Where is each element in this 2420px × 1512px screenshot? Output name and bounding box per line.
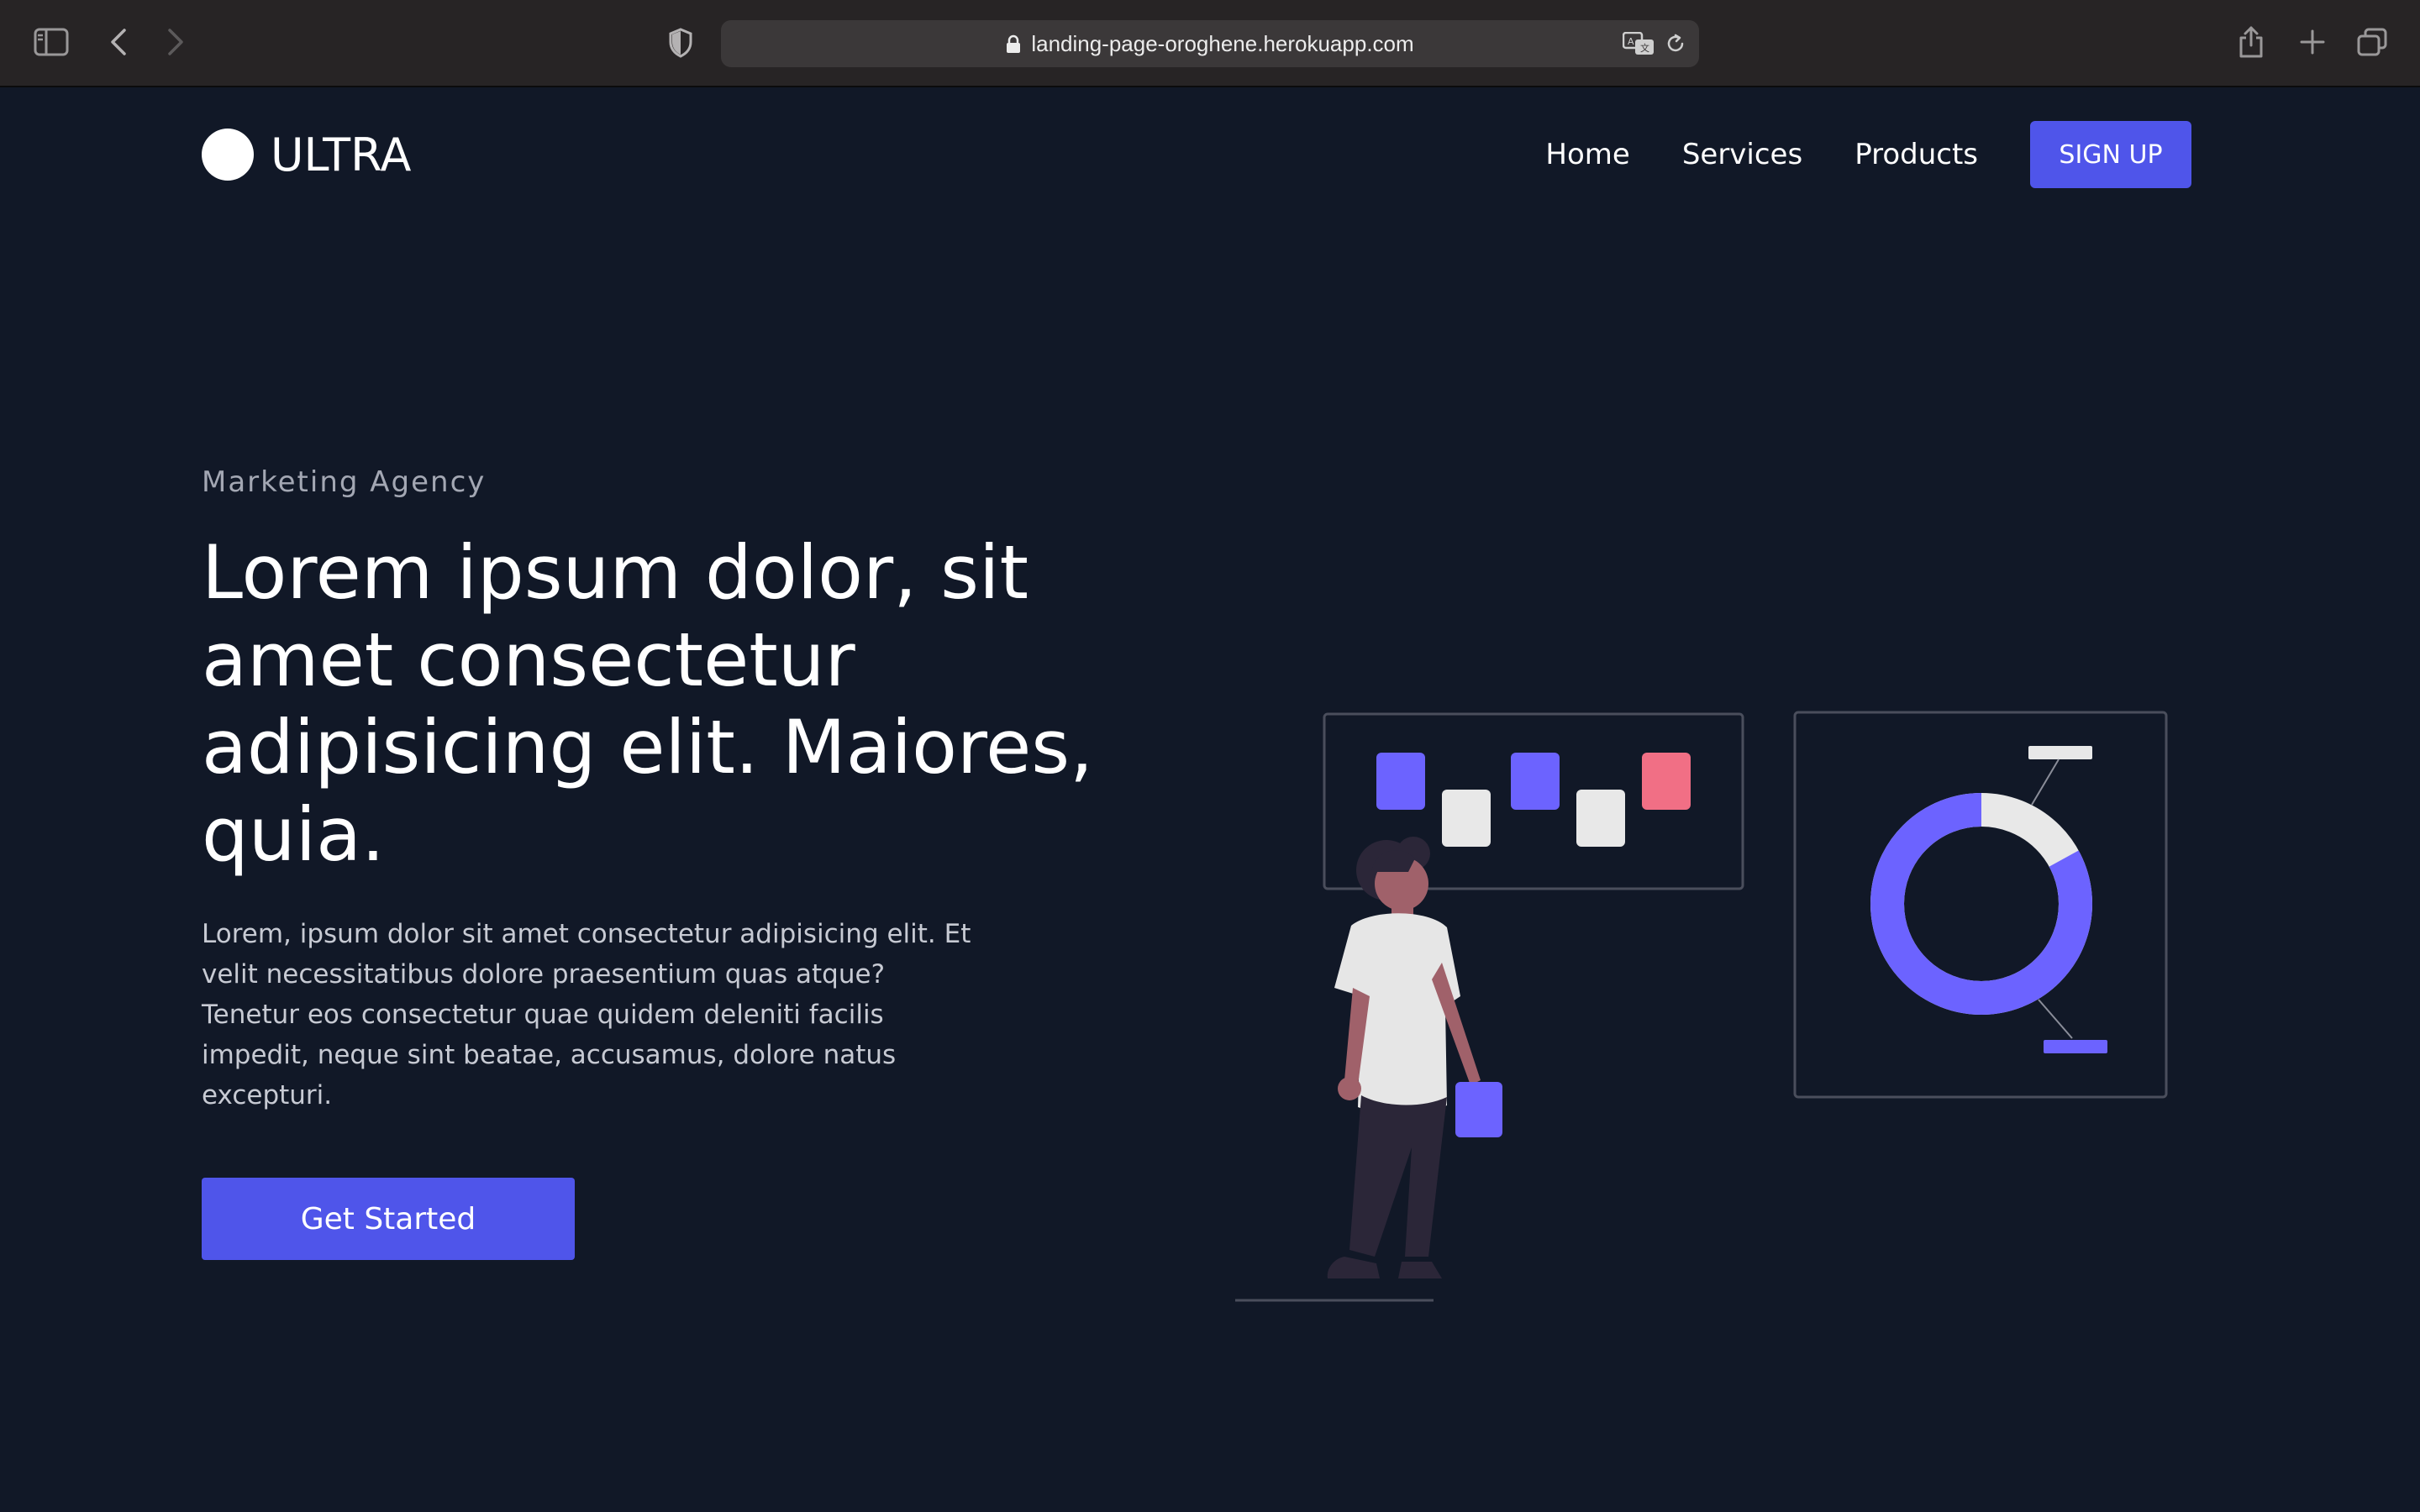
svg-text:A: A — [1628, 36, 1634, 47]
sticky-note-light-2 — [1576, 790, 1625, 847]
plus-icon[interactable] — [2296, 25, 2329, 59]
hero-title: Lorem ipsum dolor, sit amet consectetur … — [202, 529, 1094, 878]
landing-page: ULTRA Home Services Products SIGN UP Mar… — [0, 89, 2420, 1512]
tabs-icon[interactable] — [2354, 25, 2390, 59]
sticky-note-light-1 — [1442, 790, 1491, 847]
chevron-left-icon[interactable] — [104, 25, 133, 59]
nav-link-products[interactable]: Products — [1854, 138, 1978, 171]
sticky-note-blue-2 — [1511, 753, 1560, 810]
hero-eyebrow: Marketing Agency — [202, 465, 487, 499]
chart-leader-bottom — [2038, 999, 2073, 1039]
sticky-note-blue-1 — [1376, 753, 1425, 810]
browser-toolbar: landing-page-oroghene.herokuapp.com A文 — [0, 0, 2420, 87]
reload-icon[interactable] — [1664, 32, 1687, 55]
hero-body: Lorem, ipsum dolor sit amet consectetur … — [202, 919, 971, 1110]
sidebar-icon[interactable] — [34, 27, 69, 57]
chart-label-bottom — [2044, 1040, 2107, 1053]
held-sticky-note — [1455, 1082, 1502, 1137]
get-started-button[interactable]: Get Started — [202, 1178, 575, 1260]
person-figure — [1235, 837, 1502, 1302]
hero-illustration — [1235, 711, 2168, 1302]
chart-leader-top — [2031, 759, 2060, 806]
main-nav: Home Services Products SIGN UP — [1545, 121, 2191, 188]
translate-icon[interactable]: A文 — [1622, 30, 1655, 57]
sticky-note-pink — [1642, 753, 1691, 810]
brand-name: ULTRA — [271, 128, 412, 181]
shield-icon[interactable] — [666, 25, 696, 60]
nav-link-services[interactable]: Services — [1682, 138, 1802, 171]
lock-icon — [1006, 34, 1021, 53]
chart-label-top — [2028, 746, 2092, 759]
brand-logo[interactable]: ULTRA — [202, 128, 411, 181]
url-text: landing-page-oroghene.herokuapp.com — [1031, 30, 1414, 56]
address-bar[interactable]: landing-page-oroghene.herokuapp.com A文 — [721, 20, 1699, 67]
share-icon[interactable] — [2235, 22, 2267, 62]
svg-text:文: 文 — [1640, 42, 1649, 54]
chevron-right-icon[interactable] — [161, 25, 190, 59]
chart-panel-frame — [1793, 711, 2168, 1099]
sign-up-button[interactable]: SIGN UP — [2030, 121, 2191, 188]
circle-logo-icon — [202, 129, 254, 181]
nav-link-home[interactable]: Home — [1545, 138, 1629, 171]
